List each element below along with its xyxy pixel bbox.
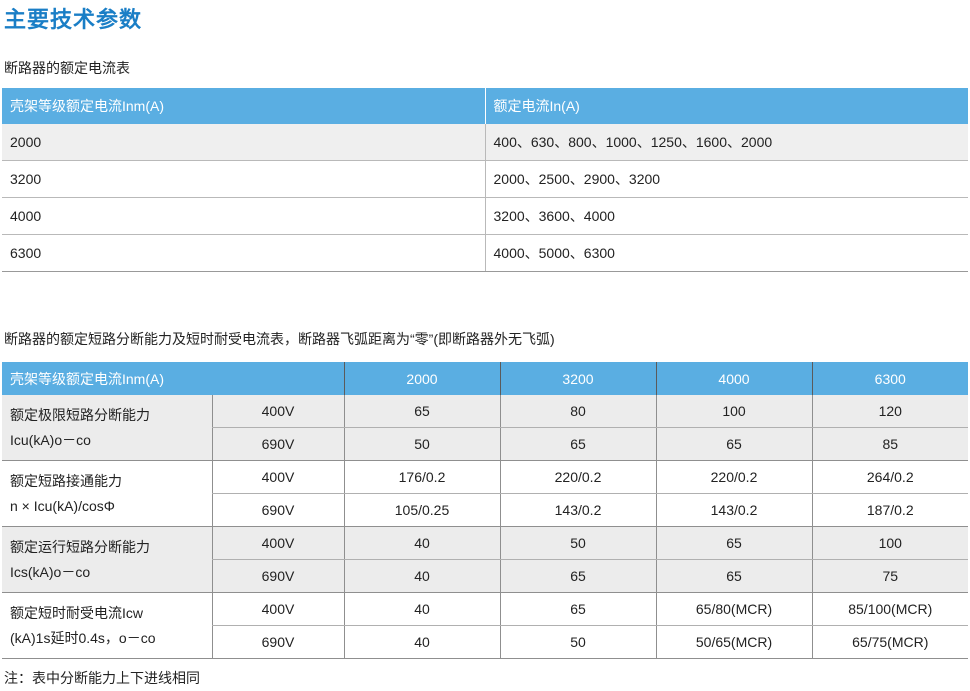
parameter-cell: 额定极限短路分断能力 Icu(kA)o－co xyxy=(2,395,212,461)
table-header-row: 壳架等级额定电流Inm(A) 额定电流In(A) xyxy=(2,88,968,124)
voltage-cell: 690V xyxy=(211,493,345,527)
table-row: 2000 400、630、800、1000、1250、1600、2000 xyxy=(2,124,968,161)
table-row: 额定短路接通能力 n × Icu(kA)/cosΦ 400V 176/0.2 2… xyxy=(2,460,968,527)
voltage-cell: 400V xyxy=(211,395,345,428)
value-cell: 85 xyxy=(812,427,968,461)
value-cell: 120 xyxy=(812,395,968,428)
value-cell: 85/100(MCR) xyxy=(812,592,968,626)
rated-current-cell: 2000、2500、2900、3200 xyxy=(485,160,968,198)
value-cell: 65/75(MCR) xyxy=(812,625,968,659)
rated-current-cell: 4000、5000、6300 xyxy=(485,234,968,272)
breaking-capacity-table: 壳架等级额定电流Inm(A) 2000 3200 4000 6300 额定极限短… xyxy=(2,362,968,659)
frame-current-cell: 3200 xyxy=(2,160,486,198)
column-header: 6300 xyxy=(812,362,968,395)
voltage-cell: 400V xyxy=(211,592,345,626)
table-header-row: 壳架等级额定电流Inm(A) 2000 3200 4000 6300 xyxy=(2,362,968,395)
column-header: 4000 xyxy=(656,362,813,395)
value-cell: 65 xyxy=(500,427,657,461)
table-row: 额定短时耐受电流Icw (kA)1s延时0.4s，o－co 400V 40 65… xyxy=(2,592,968,659)
breaking-capacity-table-caption: 断路器的额定短路分断能力及短时耐受电流表，断路器飞弧距离为“零”(即断路器外无飞… xyxy=(4,331,555,347)
value-cell: 50 xyxy=(500,526,657,560)
value-cell: 65 xyxy=(656,427,813,461)
value-cell: 65 xyxy=(656,526,813,560)
value-cell: 50 xyxy=(344,427,501,461)
voltage-cell: 690V xyxy=(211,427,345,461)
value-cell: 75 xyxy=(812,559,968,593)
frame-current-cell: 6300 xyxy=(2,234,486,272)
table-row: 3200 2000、2500、2900、3200 xyxy=(2,160,968,198)
parameter-cell: 额定短路接通能力 n × Icu(kA)/cosΦ xyxy=(2,460,212,527)
value-cell: 187/0.2 xyxy=(812,493,968,527)
voltage-cell: 400V xyxy=(211,460,345,494)
value-cell: 65 xyxy=(344,395,501,428)
parameter-cell: 额定短时耐受电流Icw (kA)1s延时0.4s，o－co xyxy=(2,592,212,659)
rated-current-cell: 3200、3600、4000 xyxy=(485,197,968,235)
voltage-cell: 690V xyxy=(211,625,345,659)
voltage-cell: 690V xyxy=(211,559,345,593)
table-row: 额定运行短路分断能力 Ics(kA)o－co 400V 40 50 65 100 xyxy=(2,526,968,593)
value-cell: 65/80(MCR) xyxy=(656,592,813,626)
rated-current-table-caption: 断路器的额定电流表 xyxy=(4,60,130,76)
value-cell: 65 xyxy=(500,559,657,593)
frame-current-cell: 4000 xyxy=(2,197,486,235)
voltage-cell: 400V xyxy=(211,526,345,560)
column-header: 壳架等级额定电流Inm(A) xyxy=(2,88,486,124)
page-title: 主要技术参数 xyxy=(4,7,143,32)
table-row: 额定极限短路分断能力 Icu(kA)o－co 400V 65 80 100 12… xyxy=(2,395,968,461)
value-cell: 50 xyxy=(500,625,657,659)
parameter-name: 额定短路接通能力 xyxy=(10,472,122,489)
rated-current-cell: 400、630、800、1000、1250、1600、2000 xyxy=(485,124,968,161)
value-cell: 105/0.25 xyxy=(344,493,501,527)
value-cell: 80 xyxy=(500,395,657,428)
value-cell: 143/0.2 xyxy=(656,493,813,527)
column-header: 2000 xyxy=(344,362,501,395)
value-cell: 40 xyxy=(344,625,501,659)
parameter-unit: Icu(kA)o－co xyxy=(10,431,91,448)
column-header: 额定电流In(A) xyxy=(485,88,968,124)
parameter-unit: n × Icu(kA)/cosΦ xyxy=(10,497,115,514)
value-cell: 40 xyxy=(344,592,501,626)
value-cell: 220/0.2 xyxy=(656,460,813,494)
column-header: 壳架等级额定电流Inm(A) xyxy=(2,362,212,395)
parameter-name: 额定短时耐受电流Icw xyxy=(10,604,143,621)
value-cell: 100 xyxy=(812,526,968,560)
footnote: 注：表中分断能力上下进线相同 xyxy=(4,670,200,686)
parameter-name: 额定极限短路分断能力 xyxy=(10,406,150,423)
value-cell: 264/0.2 xyxy=(812,460,968,494)
parameter-unit: Ics(kA)o－co xyxy=(10,563,91,580)
value-cell: 143/0.2 xyxy=(500,493,657,527)
value-cell: 220/0.2 xyxy=(500,460,657,494)
parameter-cell: 额定运行短路分断能力 Ics(kA)o－co xyxy=(2,526,212,593)
value-cell: 40 xyxy=(344,526,501,560)
value-cell: 50/65(MCR) xyxy=(656,625,813,659)
table-row: 4000 3200、3600、4000 xyxy=(2,197,968,235)
frame-current-cell: 2000 xyxy=(2,124,486,161)
parameter-name: 额定运行短路分断能力 xyxy=(10,538,150,555)
column-header: 3200 xyxy=(500,362,657,395)
parameter-unit: (kA)1s延时0.4s，o－co xyxy=(10,629,156,646)
value-cell: 65 xyxy=(656,559,813,593)
column-header-blank xyxy=(212,362,345,395)
value-cell: 40 xyxy=(344,559,501,593)
value-cell: 65 xyxy=(500,592,657,626)
rated-current-table: 壳架等级额定电流Inm(A) 额定电流In(A) 2000 400、630、80… xyxy=(2,88,968,272)
value-cell: 176/0.2 xyxy=(344,460,501,494)
table-row: 6300 4000、5000、6300 xyxy=(2,234,968,272)
value-cell: 100 xyxy=(656,395,813,428)
